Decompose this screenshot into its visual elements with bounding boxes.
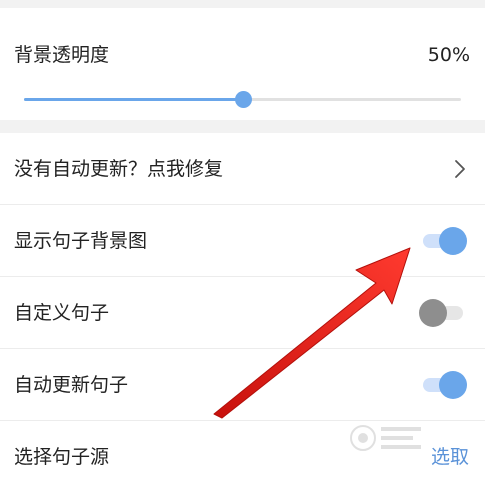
toggle-knob [439, 371, 467, 399]
toggle-knob [419, 299, 447, 327]
setting-label-auto-update: 自动更新句子 [14, 374, 129, 396]
select-source-link[interactable]: 选取 [431, 445, 469, 469]
top-spacer [0, 0, 485, 8]
transparency-value: 50% [427, 44, 470, 66]
toggle-custom-sentence[interactable] [419, 299, 467, 327]
setting-label-fix-update: 没有自动更新？点我修复 [14, 158, 224, 180]
chevron-right-icon [455, 160, 465, 178]
slider-fill [24, 98, 243, 101]
setting-label-show-background: 显示句子背景图 [14, 230, 148, 252]
setting-row-custom-sentence[interactable]: 自定义句子 [0, 277, 485, 349]
setting-row-auto-update[interactable]: 自动更新句子 [0, 349, 485, 421]
transparency-label: 背景透明度 [14, 44, 110, 66]
watermark-logo [350, 425, 421, 451]
toggle-show-background[interactable] [419, 227, 467, 255]
setting-row-show-background[interactable]: 显示句子背景图 [0, 205, 485, 277]
toggle-auto-update[interactable] [419, 371, 467, 399]
setting-label-sentence-source: 选择句子源 [14, 446, 110, 468]
transparency-slider[interactable] [24, 90, 461, 110]
transparency-card: 背景透明度 50% [0, 8, 485, 120]
setting-label-custom-sentence: 自定义句子 [14, 302, 110, 324]
setting-row-fix-update[interactable]: 没有自动更新？点我修复 [0, 133, 485, 205]
section-gap [0, 120, 485, 133]
toggle-knob [439, 227, 467, 255]
slider-thumb[interactable] [234, 91, 252, 108]
